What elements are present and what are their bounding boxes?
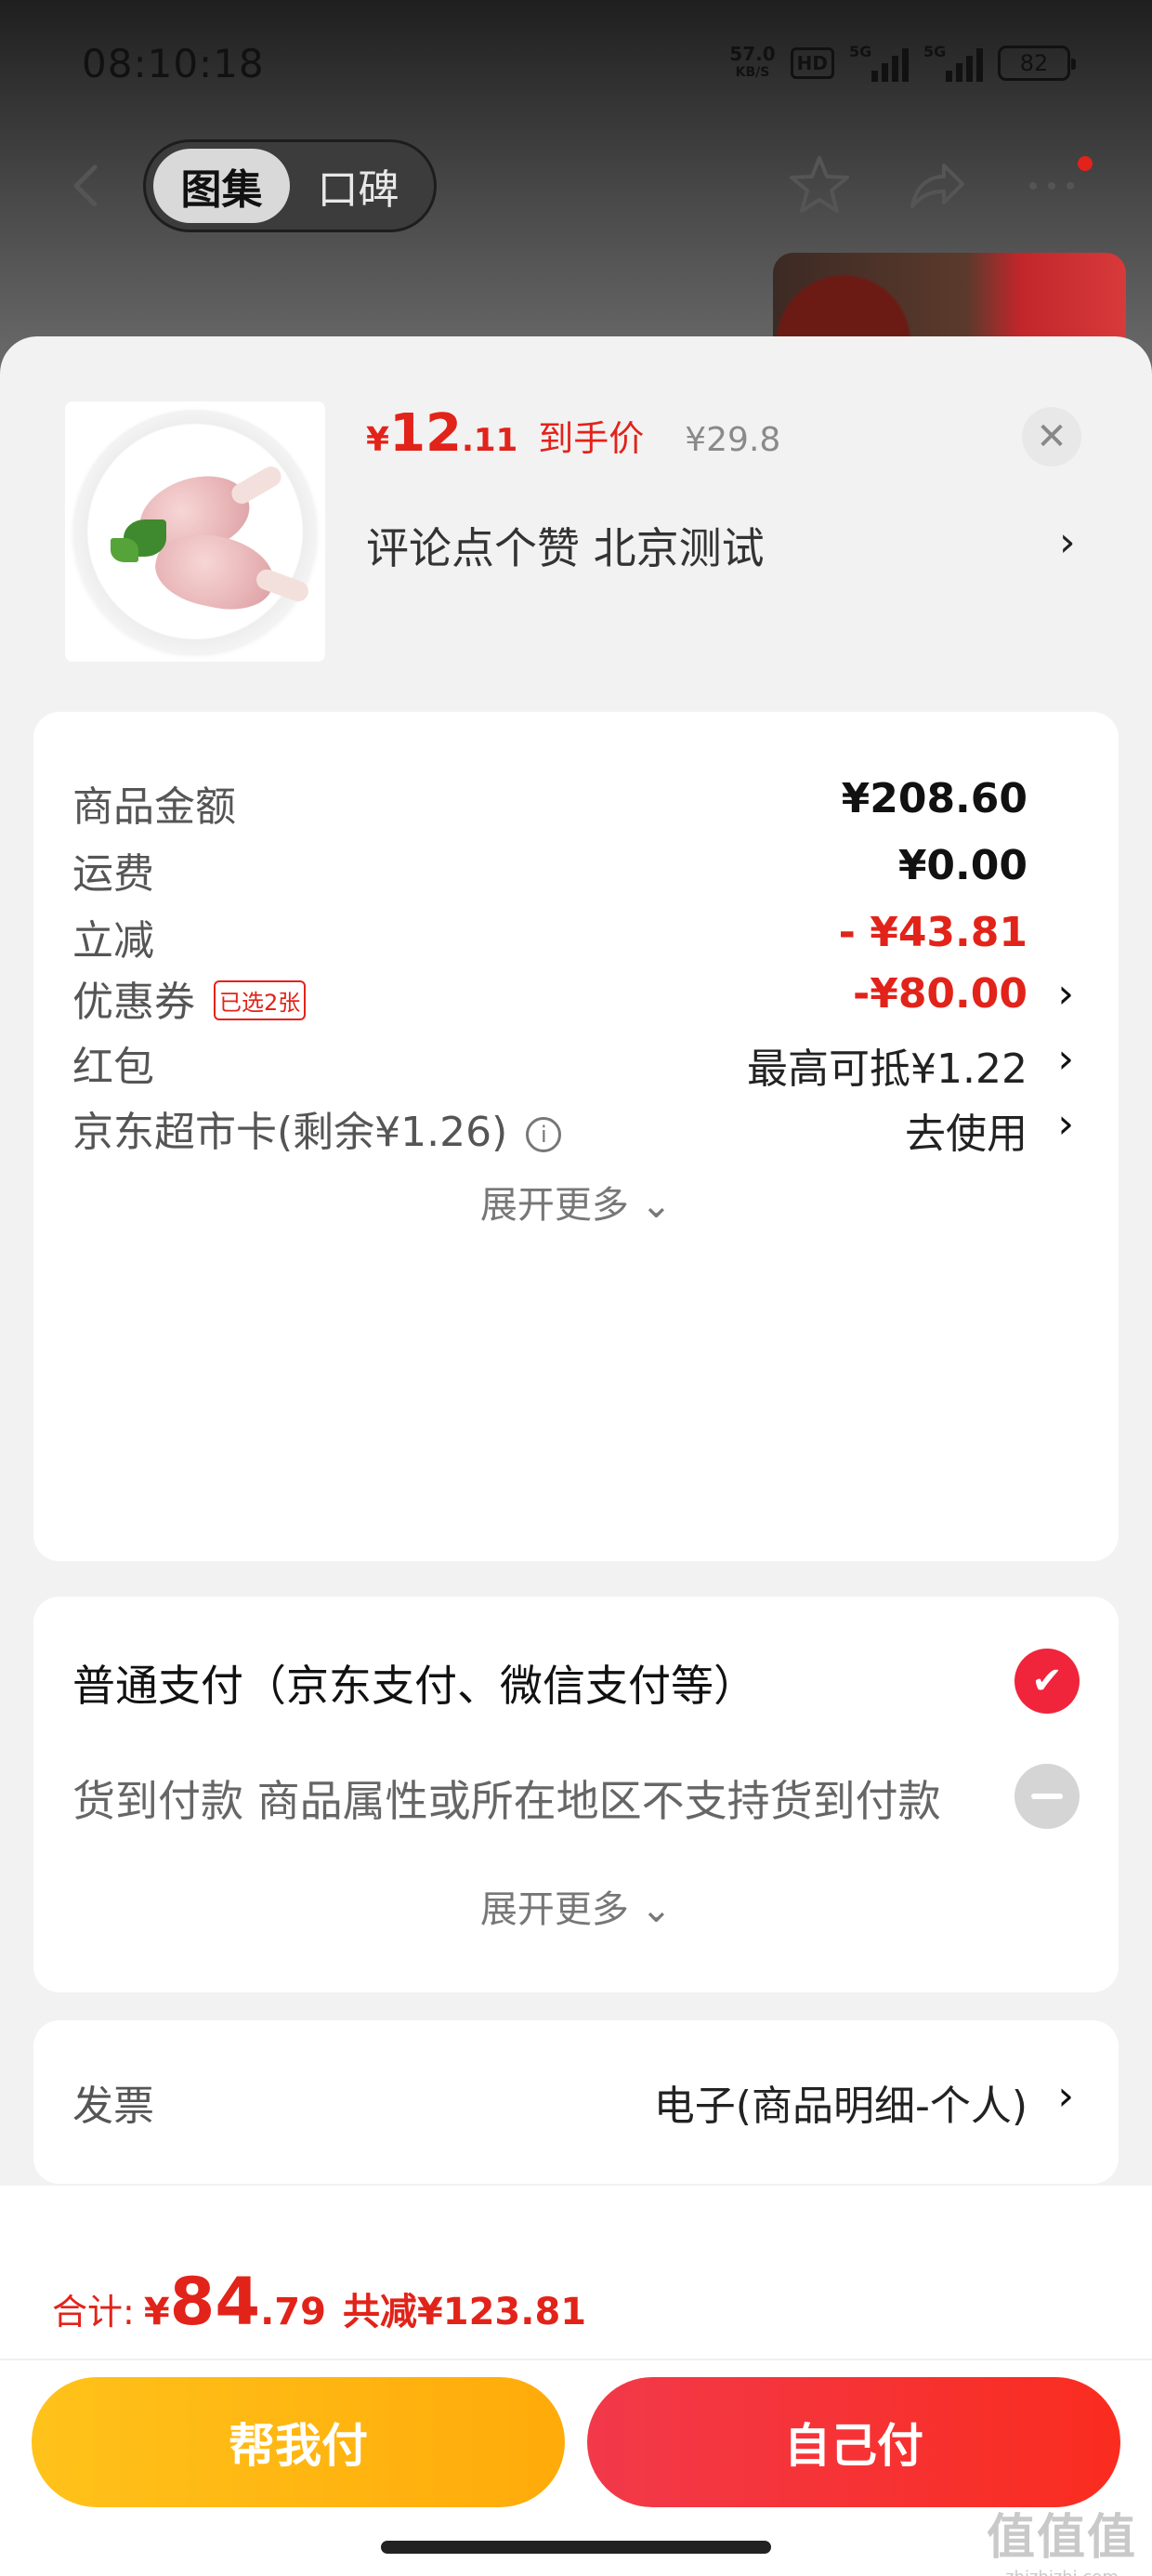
notification-dot [1078,156,1093,171]
signal-icon: 5G [923,43,983,82]
network-speed: 57.0 KB/S [729,45,775,82]
background-page: 08:10:18 57.0 KB/S HD 5G 5G 82 图集 口碑 [0,0,1152,401]
watermark-url: zhizhizhi.com [987,2568,1137,2576]
total-label: 合计: [52,2292,135,2333]
close-button[interactable]: ✕ [1022,407,1081,467]
watermark-logo: 值值值 zhizhizhi.com [987,2498,1137,2576]
tab-switcher: 图集 口碑 [143,139,437,232]
invoice-value: 电子(商品明细-个人) [653,2083,1028,2130]
total-integer: 84 [169,2264,261,2340]
row-coupon[interactable]: 优惠券 已选2张 -¥80.00 › [33,963,1119,1028]
product-price: ¥ 12 .11 到手价 ¥29.8 [366,403,780,464]
total-decimal: .79 [260,2291,326,2333]
row-label: 京东超市卡(剩余¥1.26) i [72,1098,562,1158]
info-icon[interactable]: i [526,1117,562,1152]
row-label: 商品金额 [72,783,236,831]
row-label: 优惠券 已选2张 [72,968,307,1028]
expand-more-button[interactable]: 展开更多 ⌄ [33,1175,1119,1229]
payment-option-cod: 货到付款 商品属性或所在地区不支持货到付款 [72,1776,941,1826]
row-instant-discount: 立减 - ¥43.81 [33,901,1119,966]
price-tag: 到手价 [538,418,645,459]
status-time: 08:10:18 [82,41,265,86]
network-speed-unit: KB/S [735,65,770,80]
price-symbol: ¥ [366,421,390,459]
home-indicator[interactable] [381,2541,771,2554]
status-bar: 08:10:18 57.0 KB/S HD 5G 5G 82 [0,0,1152,135]
order-total: 合计: ¥ 84 .79 共减¥123.81 [52,2264,586,2340]
more-icon[interactable] [1016,151,1087,221]
share-icon[interactable] [901,151,972,221]
star-icon[interactable] [784,151,855,221]
row-label: 运费 [72,850,154,898]
row-label: 红包 [72,1044,154,1091]
checkmark-icon[interactable]: ✔ [1015,1649,1080,1714]
row-label: 立减 [72,917,154,965]
row-value: 去使用 [905,1111,1028,1158]
friend-pay-button[interactable]: 帮我付 [32,2377,565,2507]
signal-icon: 5G [849,43,909,82]
original-price: ¥29.8 [685,421,781,459]
plate-image [73,410,317,653]
watermark-text: 值值值 [986,2510,1137,2566]
chevron-right-icon[interactable]: › [1057,970,1074,1018]
total-symbol: ¥ [143,2291,170,2333]
card-label: 京东超市卡(剩余¥1.26) [72,1109,508,1156]
row-value: ¥208.60 [841,775,1028,822]
invoice-card[interactable]: 发票 电子(商品明细-个人) › [33,2020,1119,2184]
network-speed-value: 57.0 [729,43,776,65]
row-supermarket-card[interactable]: 京东超市卡(剩余¥1.26) i 去使用 › [33,1093,1119,1158]
payment-card: 普通支付（京东支付、微信支付等） ✔ 货到付款 商品属性或所在地区不支持货到付款… [33,1597,1119,1992]
price-integer: 12 [389,403,462,464]
row-red-packet[interactable]: 红包 最高可抵¥1.22 › [33,1028,1119,1093]
signal-label: 5G [923,43,947,60]
chevron-right-icon[interactable]: › [1057,1035,1074,1083]
payment-option-normal[interactable]: 普通支付（京东支付、微信支付等） [72,1652,756,1714]
row-value: ¥0.00 [897,842,1028,889]
tab-reviews[interactable]: 口碑 [290,149,426,223]
price-details-card: 商品金额 ¥208.60 运费 ¥0.00 立减 - ¥43.81 优惠券 已选2… [33,712,1119,1561]
back-icon[interactable] [61,160,113,212]
coupon-badge: 已选2张 [214,980,307,1020]
product-subtitle[interactable]: 评论点个赞 北京测试 [366,515,765,576]
battery-icon: 82 [998,46,1076,81]
invoice-label: 发票 [72,2083,154,2130]
top-nav: 图集 口碑 [0,139,1152,232]
bottom-action-bar: 合计: ¥ 84 .79 共减¥123.81 帮我付 自己付 值值值 zhizh… [0,2186,1152,2576]
row-goods-amount: 商品金额 ¥208.60 [33,768,1119,833]
row-value: - ¥43.81 [838,909,1028,956]
tab-gallery[interactable]: 图集 [153,149,290,223]
coupon-label: 优惠券 [72,979,195,1026]
price-decimal: .11 [462,422,518,459]
self-pay-button[interactable]: 自己付 [587,2377,1120,2507]
signal-label: 5G [849,43,872,60]
row-value: -¥80.00 [852,970,1028,1018]
expand-more-button[interactable]: 展开更多 ⌄ [33,1879,1119,1933]
disabled-icon [1015,1764,1080,1829]
total-saved: 共减¥123.81 [342,2291,587,2333]
product-image [65,401,325,662]
product-header: ¥ 12 .11 到手价 ¥29.8 ✕ 评论点个赞 北京测试 › [0,336,1152,708]
status-indicators: 57.0 KB/S HD 5G 5G 82 [729,43,1076,82]
row-value: 最高可抵¥1.22 [747,1045,1028,1093]
row-shipping: 运费 ¥0.00 [33,835,1119,900]
chevron-right-icon[interactable]: › [1057,1100,1074,1148]
checkout-sheet: ¥ 12 .11 到手价 ¥29.8 ✕ 评论点个赞 北京测试 › 商品金额 ¥… [0,336,1152,2576]
chevron-right-icon[interactable]: › [1057,2072,1074,2120]
hd-badge: HD [790,47,834,79]
chevron-right-icon[interactable]: › [1059,519,1076,566]
divider [0,2359,1152,2360]
